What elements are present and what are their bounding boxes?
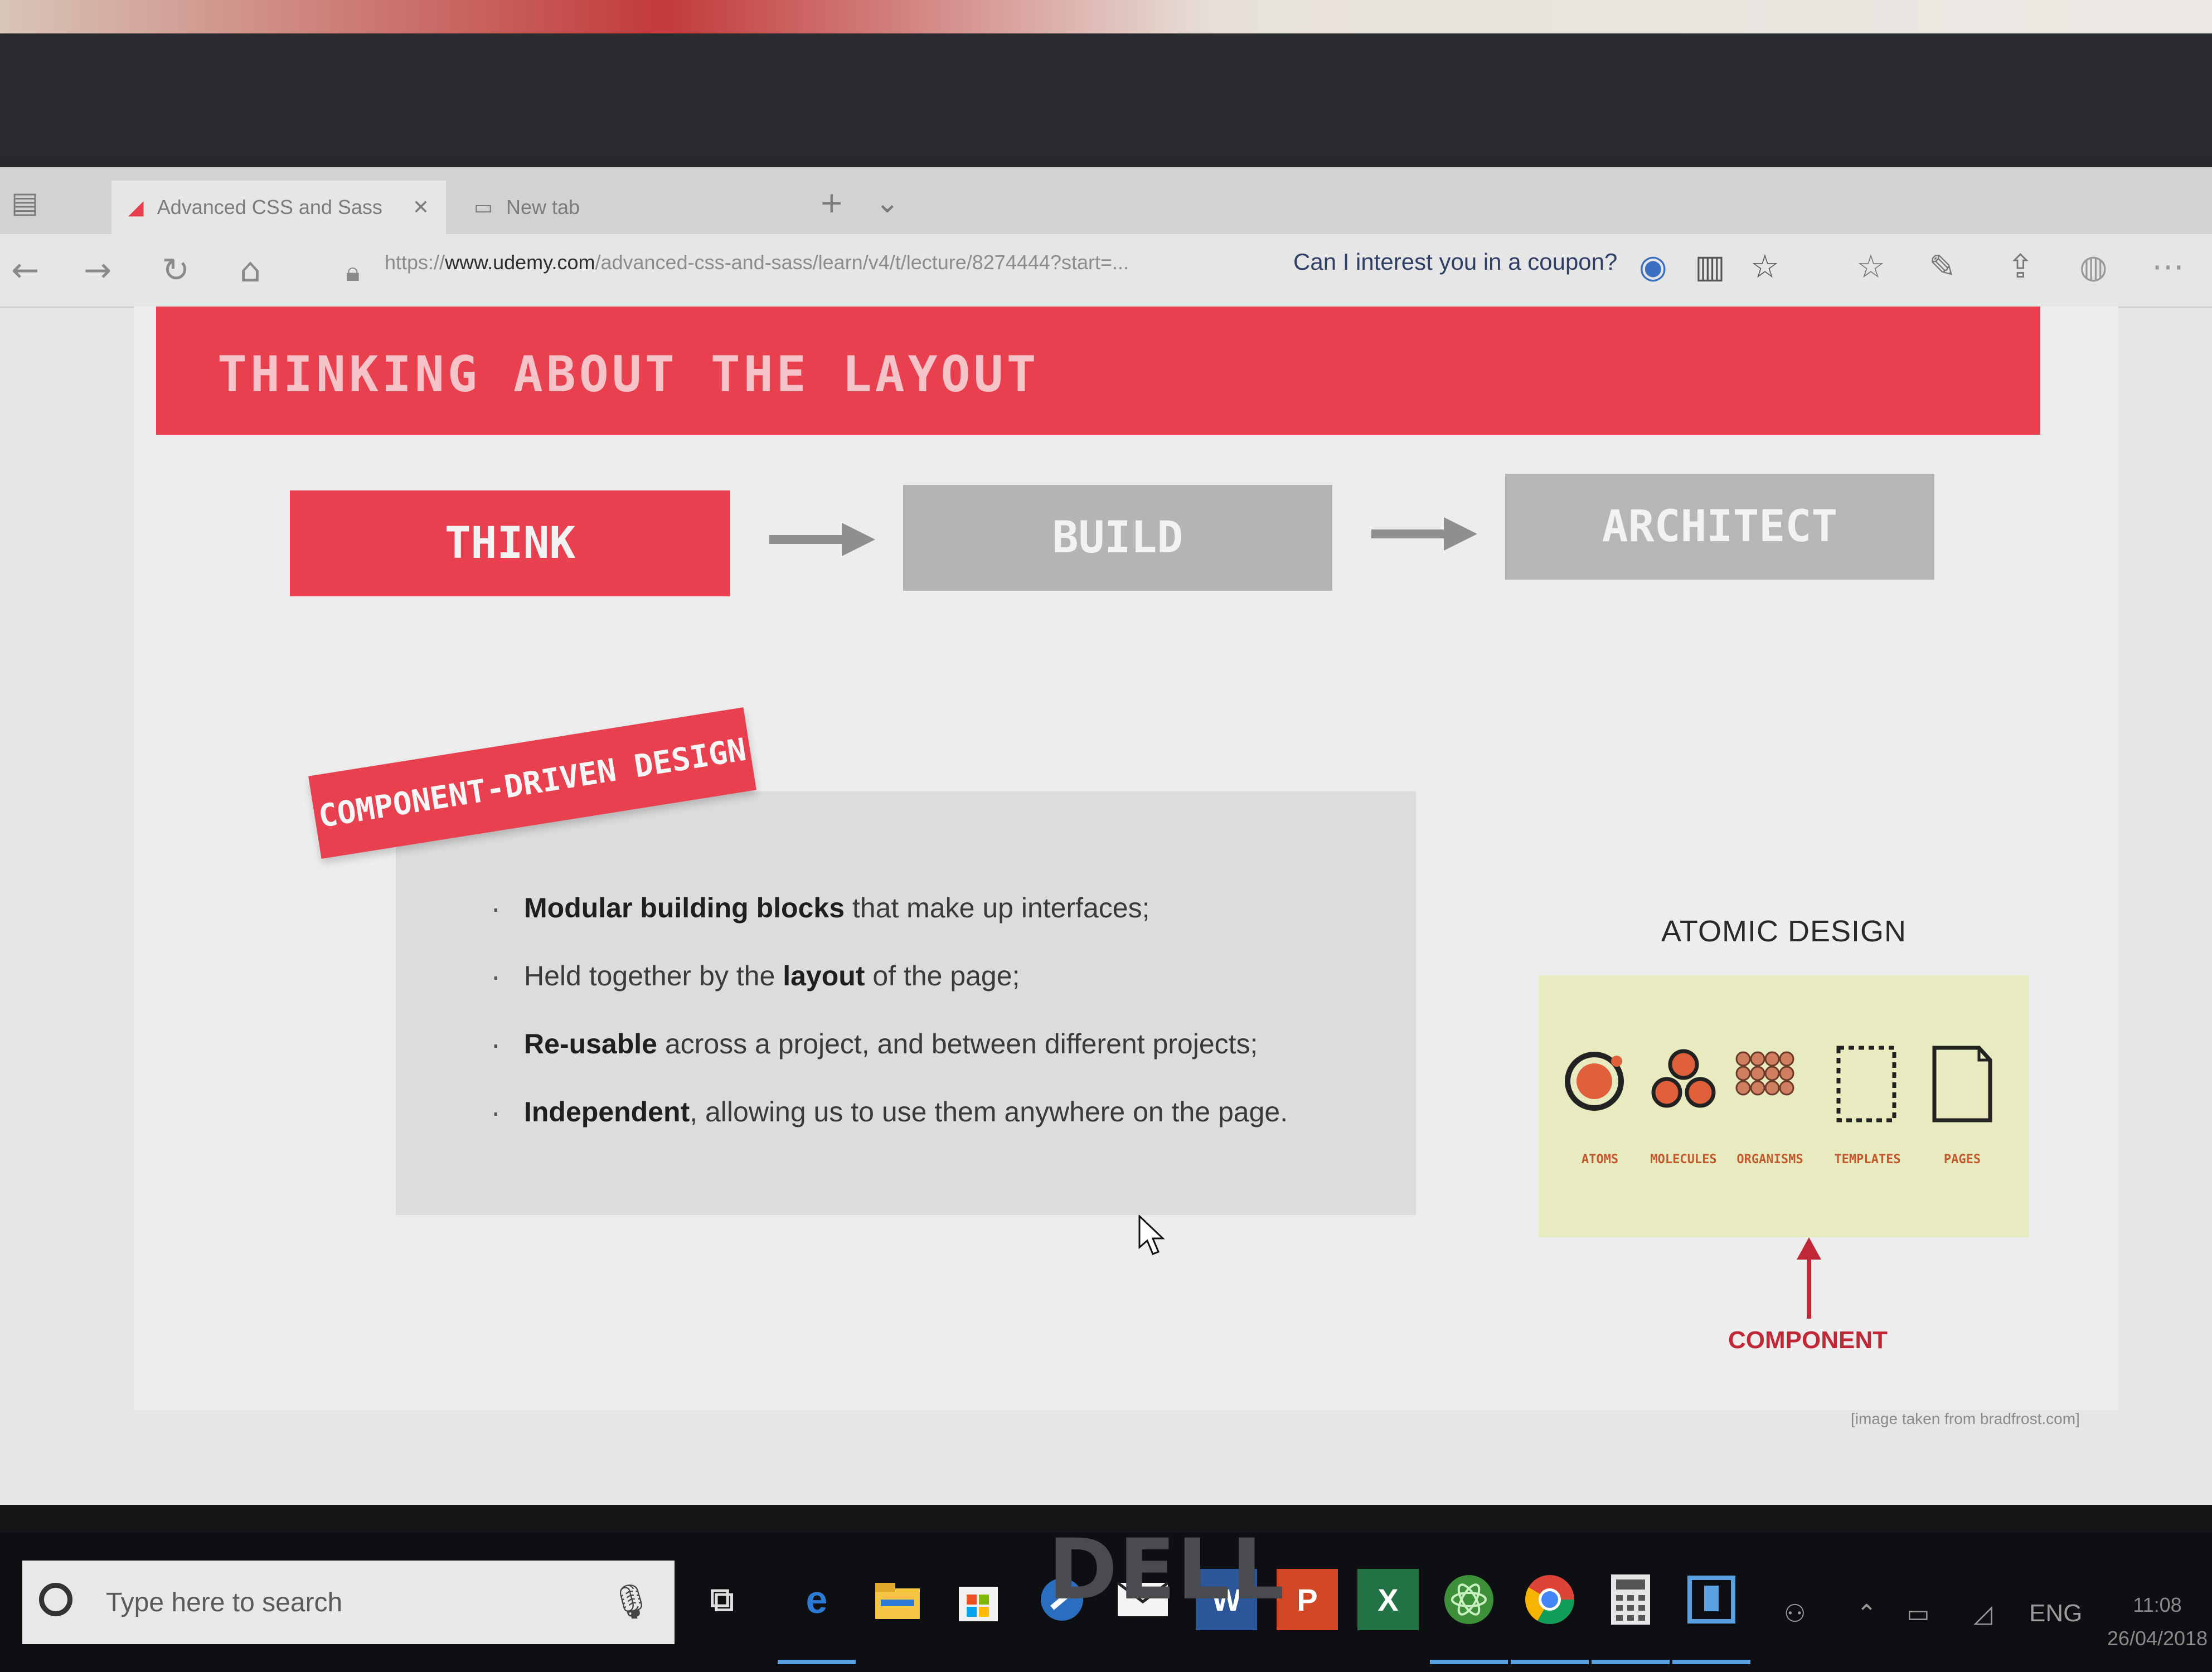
back-icon[interactable]: ← — [11, 251, 39, 290]
list-item: Independent, allowing us to use them any… — [491, 1093, 1288, 1164]
tab-label: New tab — [506, 196, 580, 218]
tab-advanced-css[interactable]: ◢ Advanced CSS and Sass ✕ — [111, 181, 446, 234]
window-app-icon[interactable] — [1681, 1569, 1742, 1630]
favorite-star-icon[interactable]: ☆ — [1750, 247, 1779, 285]
atom-active-indicator — [1430, 1660, 1508, 1664]
bullet-text: , allowing us to use them anywhere on th… — [690, 1096, 1288, 1127]
new-tab-favicon-icon: ▭ — [474, 196, 493, 218]
edge-icon[interactable]: e — [786, 1569, 847, 1630]
list-item: Modular building blocks that make up int… — [491, 890, 1288, 960]
atomic-design-title: ATOMIC DESIGN — [1661, 915, 1907, 948]
url-host: www.udemy.com — [445, 251, 595, 274]
system-clock[interactable]: 11:08 26/04/2018 — [2102, 1588, 2212, 1655]
component-label: COMPONENT — [1728, 1326, 1888, 1354]
slide-title: THINKING ABOUT THE LAYOUT — [217, 346, 1040, 403]
address-bar[interactable]: https://www.udemy.com/advanced-css-and-s… — [385, 251, 1129, 274]
search-placeholder: Type here to search — [106, 1587, 343, 1617]
build-box: BUILD — [903, 485, 1332, 591]
dell-logo: DELL — [1048, 1522, 1286, 1618]
clock-time: 11:08 — [2133, 1593, 2182, 1616]
extension-icon[interactable]: ◉ — [1639, 247, 1667, 285]
slide-header: THINKING ABOUT THE LAYOUT — [156, 307, 2040, 435]
udemy-favicon-icon: ◢ — [128, 196, 144, 218]
file-explorer-icon[interactable] — [867, 1569, 928, 1630]
home-icon[interactable]: ⌂ — [240, 251, 261, 290]
calculator-icon[interactable] — [1600, 1569, 1661, 1630]
organisms-label: ORGANISMS — [1736, 1153, 1803, 1166]
network-icon[interactable]: ◿ — [1973, 1600, 1992, 1628]
reading-view-icon[interactable]: ▥ — [1695, 247, 1725, 285]
refresh-icon[interactable]: ↻ — [162, 251, 190, 290]
atom-editor-icon[interactable] — [1438, 1569, 1500, 1630]
pages-label: PAGES — [1943, 1153, 1981, 1166]
tab-new-tab[interactable]: ▭ New tab — [457, 181, 736, 234]
url-prefix: https:// — [385, 251, 445, 274]
mouse-cursor-icon — [1138, 1215, 1165, 1255]
think-box: THINK — [290, 490, 730, 596]
cortana-icon[interactable] — [39, 1583, 72, 1616]
coupon-prompt[interactable]: Can I interest you in a coupon? — [1293, 249, 1617, 275]
bullet-bold: Re-usable — [524, 1028, 657, 1059]
feature-list: Modular building blocks that make up int… — [491, 890, 1288, 1164]
tray-chevron-icon[interactable]: ⌃ — [1856, 1600, 1877, 1628]
pen-icon[interactable]: ✎ — [1929, 247, 1956, 285]
image-credit: [image taken from bradfrost.com] — [1851, 1410, 2080, 1427]
tab-list-chevron-icon[interactable]: ⌄ — [875, 186, 900, 220]
arrow-think-build-icon — [769, 523, 875, 556]
list-item: Re-usable across a project, and between … — [491, 1025, 1288, 1096]
browser-nav-bar: ← → ↻ ⌂ 🔒︎ https://www.udemy.com/advance… — [0, 234, 2212, 308]
window-app-active-indicator — [1672, 1660, 1750, 1664]
microphone-icon[interactable]: 🎙︎ — [610, 1582, 652, 1621]
bullet-text: that make up interfaces; — [845, 892, 1150, 924]
template-icon — [1836, 1046, 1896, 1122]
battery-icon[interactable]: ▭ — [1907, 1600, 1930, 1628]
bullet-bold: Independent — [524, 1096, 690, 1127]
chrome-icon[interactable] — [1519, 1569, 1580, 1630]
browser-tab-bar: ▤ ◢ Advanced CSS and Sass ✕ ▭ New tab + … — [0, 167, 2212, 234]
atoms-label: ATOMS — [1581, 1153, 1619, 1166]
calculator-active-indicator — [1592, 1660, 1670, 1664]
clock-date: 26/04/2018 — [2107, 1627, 2208, 1650]
organism-icon — [1735, 1051, 1794, 1096]
share-icon[interactable]: ⇪ — [2007, 247, 2034, 285]
templates-label: TEMPLATES — [1834, 1153, 1901, 1166]
language-indicator[interactable]: ENG — [2029, 1600, 2082, 1627]
molecule-icon — [1651, 1049, 1716, 1108]
taskbar-search-box[interactable]: Type here to search 🎙︎ — [22, 1561, 675, 1644]
bullet-text: of the page; — [865, 960, 1020, 991]
close-tab-icon[interactable]: ✕ — [413, 196, 429, 219]
lecture-slide: THINKING ABOUT THE LAYOUT THINK BUILD AR… — [134, 307, 2118, 1427]
lock-icon: 🔒︎ — [346, 256, 360, 288]
atomic-design-diagram: ATOMS MOLECULES ORGANISMS TEMPLATES PAGE… — [1539, 975, 2029, 1237]
favorites-hub-icon[interactable]: ☆ — [1856, 247, 1885, 285]
page-icon — [1932, 1046, 1992, 1122]
task-view-icon[interactable]: ⧉ — [691, 1569, 753, 1630]
more-icon[interactable]: ⋯ — [2152, 247, 2184, 285]
url-path: /advanced-css-and-sass/learn/v4/t/lectur… — [595, 251, 1129, 274]
tab-label: Advanced CSS and Sass — [157, 196, 382, 218]
chrome-active-indicator — [1511, 1660, 1589, 1664]
component-arrow-icon — [1797, 1237, 1821, 1319]
molecules-label: MOLECULES — [1650, 1153, 1717, 1166]
bullet-text: Held together by the — [524, 960, 783, 991]
atom-icon — [1565, 1052, 1624, 1111]
bullet-text: across a project, and between different … — [657, 1028, 1258, 1059]
edge-active-indicator — [778, 1660, 856, 1664]
tab-actions-icon[interactable]: ▤ — [11, 186, 38, 220]
profile-icon[interactable]: ◍ — [2079, 247, 2108, 285]
new-tab-plus-icon[interactable]: + — [819, 186, 844, 220]
powerpoint-icon[interactable]: P — [1277, 1569, 1338, 1630]
people-icon[interactable]: ⚇ — [1784, 1600, 1806, 1628]
bullet-bold: Modular building blocks — [524, 892, 845, 924]
list-item: Held together by the layout of the page; — [491, 957, 1288, 1028]
bullet-bold: layout — [783, 960, 865, 991]
arrow-build-architect-icon — [1371, 517, 1477, 551]
excel-icon[interactable]: X — [1357, 1569, 1419, 1630]
store-icon[interactable] — [948, 1569, 1009, 1630]
screen: ▤ ◢ Advanced CSS and Sass ✕ ▭ New tab + … — [0, 167, 2212, 1672]
architect-box: ARCHITECT — [1505, 474, 1934, 580]
forward-icon[interactable]: → — [84, 251, 111, 290]
